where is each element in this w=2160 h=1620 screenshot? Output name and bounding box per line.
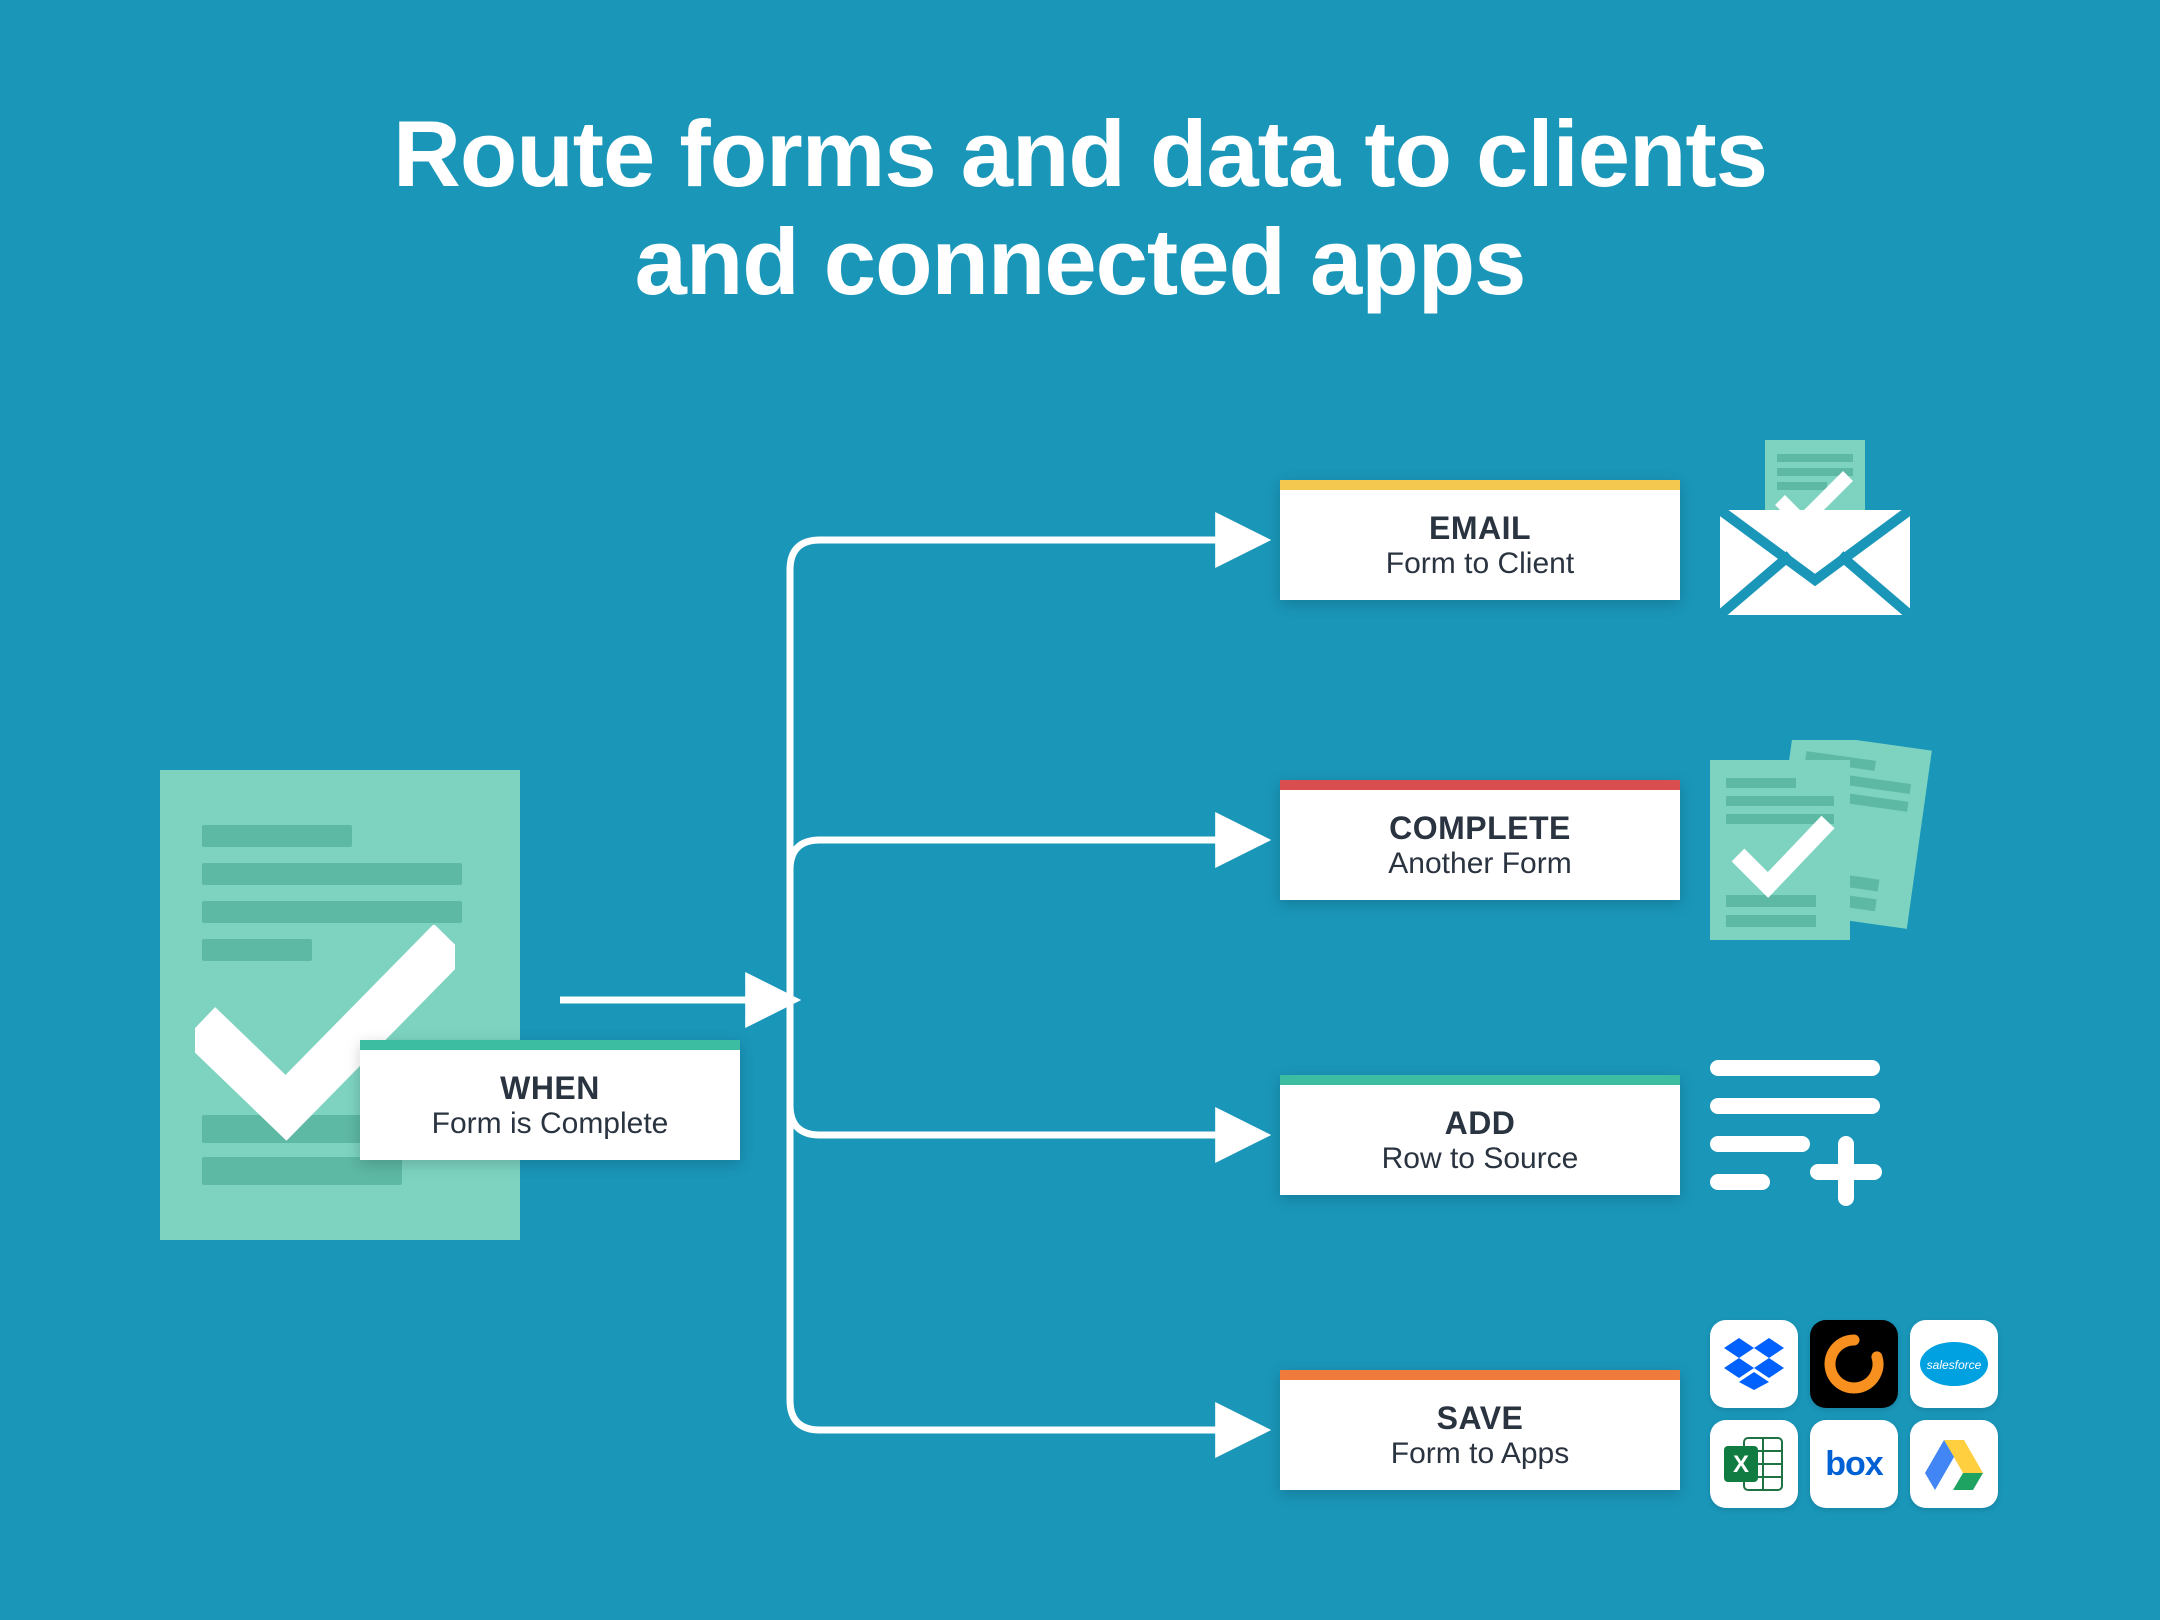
- action-card-save: SAVE Form to Apps: [1280, 1370, 1680, 1490]
- excel-app-icon: X: [1710, 1420, 1798, 1508]
- app-grid: salesforce X box: [1710, 1320, 1998, 1508]
- forms-stack-check-icon: [1710, 740, 1940, 945]
- envelope-check-icon: [1710, 440, 1920, 625]
- salesforce-app-icon: salesforce: [1910, 1320, 1998, 1408]
- action-sub: Another Form: [1388, 847, 1571, 881]
- title-line-2: and connected apps: [635, 209, 1526, 314]
- action-label: COMPLETE: [1389, 810, 1571, 847]
- svg-text:X: X: [1733, 1451, 1749, 1478]
- trigger-card: WHEN Form is Complete: [360, 1040, 740, 1160]
- trigger-sub: Form is Complete: [432, 1107, 669, 1141]
- action-sub: Form to Client: [1386, 547, 1574, 581]
- dropbox-app-icon: [1710, 1320, 1798, 1408]
- action-sub: Row to Source: [1382, 1142, 1579, 1176]
- list-plus-icon: [1710, 1060, 1890, 1215]
- action-card-email: EMAIL Form to Client: [1280, 480, 1680, 600]
- google-drive-app-icon: [1910, 1420, 1998, 1508]
- action-card-complete: COMPLETE Another Form: [1280, 780, 1680, 900]
- trigger-label: WHEN: [500, 1070, 600, 1107]
- title-line-1: Route forms and data to clients: [393, 101, 1767, 206]
- conga-app-icon: [1810, 1320, 1898, 1408]
- action-label: ADD: [1445, 1105, 1516, 1142]
- svg-text:salesforce: salesforce: [1927, 1358, 1982, 1372]
- completed-form-icon: [160, 770, 520, 1240]
- trigger-node: [160, 770, 520, 1240]
- box-app-icon: box: [1810, 1420, 1898, 1508]
- action-label: SAVE: [1437, 1400, 1524, 1437]
- action-card-add: ADD Row to Source: [1280, 1075, 1680, 1195]
- page-title: Route forms and data to clients and conn…: [0, 100, 2160, 316]
- action-sub: Form to Apps: [1391, 1437, 1569, 1471]
- action-label: EMAIL: [1429, 510, 1531, 547]
